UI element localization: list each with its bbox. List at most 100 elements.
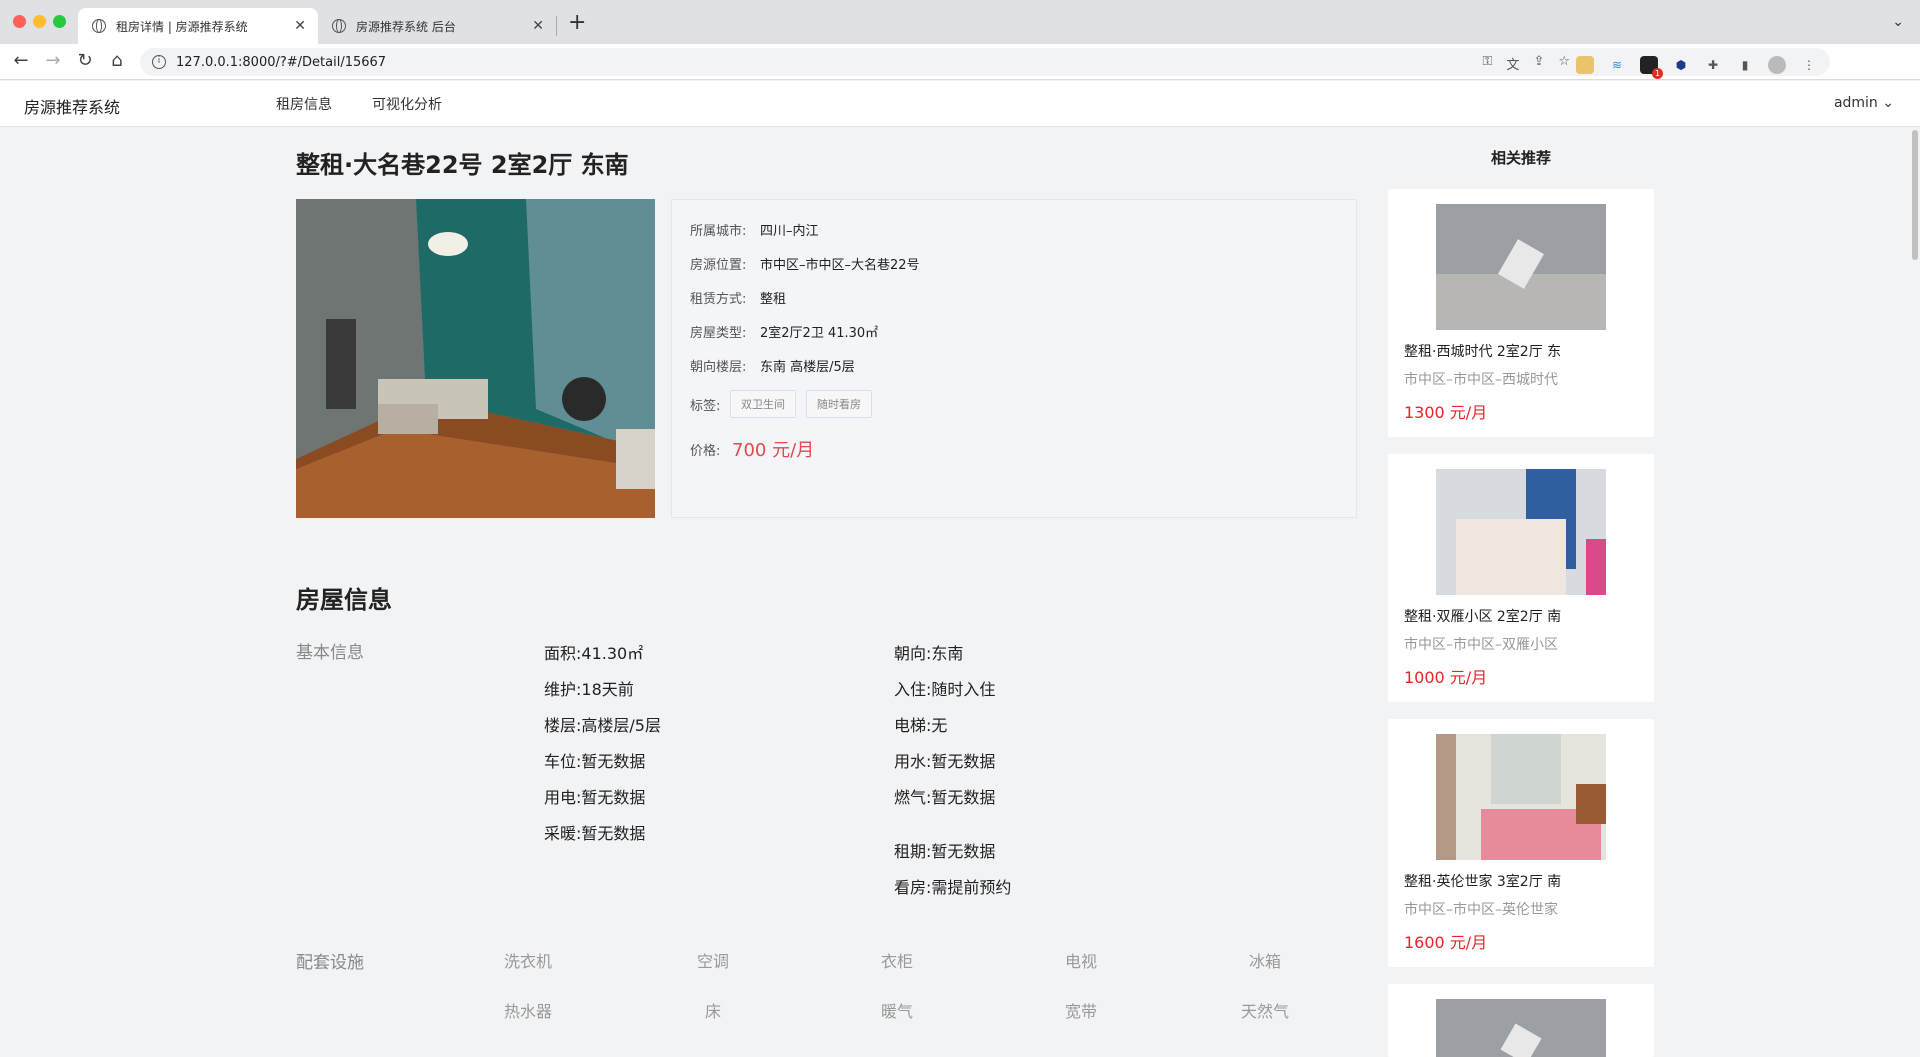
detail-value: 暂无数据: [931, 752, 996, 771]
info-key: 房源位置:: [690, 258, 747, 273]
info-value: 市中区–市中区–大名巷22号: [760, 258, 920, 273]
info-key: 朝向楼层:: [690, 360, 747, 375]
facility-item: 冰箱: [1248, 952, 1281, 971]
chevron-down-icon: ⌄: [1882, 95, 1894, 111]
page-scrollbar[interactable]: [1912, 130, 1918, 260]
detail-key: 用水:: [894, 752, 932, 771]
forward-arrow-icon[interactable]: →: [42, 50, 64, 72]
detail-value: 高楼层/5层: [581, 716, 661, 735]
detail-key: 租期:: [894, 842, 932, 861]
extension-hex-icon[interactable]: ⬢: [1672, 56, 1690, 74]
price-value: 700 元/月: [732, 440, 815, 461]
extension-layers-icon[interactable]: ≋: [1608, 56, 1626, 74]
extension-badge-icon[interactable]: 1: [1640, 56, 1663, 79]
detail-elevator: 电梯:无: [894, 712, 947, 736]
recommend-card[interactable]: [1388, 984, 1654, 1057]
home-icon[interactable]: ⌂: [106, 50, 128, 72]
recommend-title[interactable]: 整租·英伦世家 3室2厅 南: [1404, 871, 1561, 891]
detail-key: 入住:: [894, 680, 932, 699]
detail-key: 朝向:: [894, 644, 932, 663]
maximize-window-button[interactable]: [53, 15, 66, 28]
tab-detail[interactable]: 租房详情 | 房源推荐系统 ✕: [78, 8, 318, 44]
recommend-photo[interactable]: [1436, 999, 1606, 1057]
detail-value: 暂无数据: [931, 788, 996, 807]
translate-icon[interactable]: 文: [1506, 54, 1519, 73]
key-icon[interactable]: ⚿: [1483, 54, 1493, 73]
recommend-photo[interactable]: [1436, 469, 1606, 595]
user-menu[interactable]: admin ⌄: [1834, 95, 1894, 111]
minimize-window-button[interactable]: [33, 15, 46, 28]
detail-key: 看房:: [894, 878, 932, 897]
close-icon[interactable]: ✕: [532, 18, 544, 34]
tag-badge: 随时看房: [806, 390, 872, 418]
info-key: 房屋类型:: [690, 326, 747, 341]
recommend-price: 1000 元/月: [1404, 668, 1488, 687]
recommend-location: 市中区–市中区–双雁小区: [1404, 637, 1558, 653]
tags-label: 标签:: [690, 398, 721, 414]
recommend-price: 1600 元/月: [1404, 933, 1488, 952]
page-title: 整租·大名巷22号 2室2厅 东南: [296, 151, 629, 179]
price-row: 价格: 700 元/月: [690, 436, 814, 462]
info-value: 2室2厅2卫 41.30㎡: [760, 326, 879, 341]
detail-maintain: 维护:18天前: [544, 676, 634, 700]
facility-item: 空调: [696, 952, 729, 971]
detail-gas: 燃气:暂无数据: [894, 784, 995, 808]
price-label: 价格:: [690, 443, 721, 459]
tags-row: 标签: 双卫生间 随时看房: [690, 390, 882, 418]
reload-icon[interactable]: ↻: [74, 50, 96, 72]
side-panel-icon[interactable]: ▮: [1736, 56, 1754, 74]
recommend-photo[interactable]: [1436, 204, 1606, 330]
detail-value: 41.30㎡: [581, 644, 644, 663]
recommend-photo[interactable]: [1436, 734, 1606, 860]
detail-key: 车位:: [544, 752, 582, 771]
house-info-card: 所属城市: 四川–内江 房源位置: 市中区–市中区–大名巷22号 租赁方式: 整…: [671, 199, 1357, 518]
new-tab-button[interactable]: +: [568, 10, 586, 35]
puzzle-icon[interactable]: ✚: [1704, 56, 1722, 74]
tab-admin[interactable]: 房源推荐系统 后台 ✕: [318, 8, 556, 44]
detail-key: 维护:: [544, 680, 582, 699]
facility-item: 床: [704, 1002, 721, 1021]
tab-search-chevron-icon[interactable]: ⌄: [1892, 14, 1904, 30]
close-window-button[interactable]: [13, 15, 26, 28]
detail-floor: 楼层:高楼层/5层: [544, 712, 661, 736]
recommend-card[interactable]: 整租·西城时代 2室2厅 东 市中区–市中区–西城时代 1300 元/月: [1388, 189, 1654, 437]
house-photo: [296, 199, 655, 518]
profile-avatar-icon[interactable]: [1768, 56, 1786, 74]
facility-item: 热水器: [503, 1002, 552, 1021]
basic-info-label: 基本信息: [296, 643, 364, 663]
extension-icon[interactable]: [1576, 56, 1594, 74]
info-key: 所属城市:: [690, 224, 747, 239]
brand-logo[interactable]: 房源推荐系统: [24, 94, 120, 118]
detail-key: 面积:: [544, 644, 582, 663]
detail-value: 无: [931, 716, 948, 735]
detail-parking: 车位:暂无数据: [544, 748, 645, 772]
close-icon[interactable]: ✕: [294, 18, 306, 34]
info-row: 租赁方式: 整租: [690, 288, 786, 307]
detail-value: 随时入住: [931, 680, 996, 699]
share-icon[interactable]: ⇪: [1533, 54, 1544, 73]
detail-key: 燃气:: [894, 788, 932, 807]
recommend-title[interactable]: 整租·西城时代 2室2厅 东: [1404, 341, 1561, 361]
detail-value: 需提前预约: [931, 878, 1012, 897]
recommend-card[interactable]: 整租·英伦世家 3室2厅 南 市中区–市中区–英伦世家 1600 元/月: [1388, 719, 1654, 967]
detail-value: 18天前: [581, 680, 634, 699]
nav-rent-info[interactable]: 租房信息: [276, 94, 332, 114]
detail-value: 暂无数据: [581, 788, 646, 807]
bookmark-star-icon[interactable]: ☆: [1558, 54, 1570, 73]
recommend-card[interactable]: 整租·双雁小区 2室2厅 南 市中区–市中区–双雁小区 1000 元/月: [1388, 454, 1654, 702]
nav-visual-analysis[interactable]: 可视化分析: [372, 94, 442, 114]
detail-value: 暂无数据: [581, 752, 646, 771]
globe-icon: [92, 19, 106, 33]
more-menu-icon[interactable]: ⋮: [1800, 56, 1818, 74]
recommend-title[interactable]: 整租·双雁小区 2室2厅 南: [1404, 606, 1561, 626]
site-info-icon[interactable]: i: [152, 55, 166, 69]
recommend-location: 市中区–市中区–英伦世家: [1404, 902, 1558, 918]
info-row: 所属城市: 四川–内江: [690, 220, 819, 239]
url-text[interactable]: 127.0.0.1:8000/?#/Detail/15667: [176, 55, 386, 70]
tab-divider: [556, 16, 557, 36]
recommend-heading: 相关推荐: [1490, 149, 1551, 167]
address-bar[interactable]: i 127.0.0.1:8000/?#/Detail/15667 ⚿ 文 ⇪ ☆…: [140, 48, 1830, 79]
back-arrow-icon[interactable]: ←: [10, 50, 32, 72]
section-heading: 房屋信息: [296, 586, 392, 614]
user-name[interactable]: admin: [1834, 95, 1878, 111]
